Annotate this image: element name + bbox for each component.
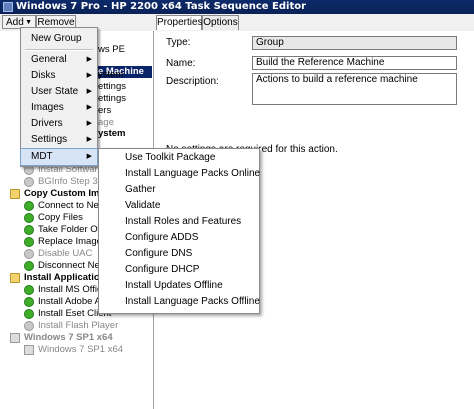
computer-icon [10,333,20,343]
step-icon [24,225,34,235]
description-field[interactable]: Actions to build a reference machine [252,73,457,105]
submenu-item-gather[interactable]: Gather [99,182,259,198]
submenu-item-use-toolkit-package[interactable]: Use Toolkit Package [99,150,259,166]
menu-item-mdt[interactable]: MDT ▶ [20,148,98,166]
folder-icon [10,189,20,199]
tree-item-label: Install MS Office [38,284,107,295]
folder-icon [10,273,20,283]
tree-item-label: Install Flash Player [38,320,119,331]
menu-item-new-group[interactable]: New Group [21,30,97,48]
type-label: Type: [166,37,191,48]
submenu-item-configure-dns[interactable]: Configure DNS [99,246,259,262]
tab-options[interactable]: Options [202,15,239,30]
step-icon [24,237,34,247]
step-icon [24,201,34,211]
tree-item-label: ettings [98,93,126,104]
submenu-item-install-updates-offline[interactable]: Install Updates Offline [99,278,259,294]
submenu-arrow-icon: ▶ [86,136,92,143]
name-field[interactable]: Build the Reference Machine [252,56,457,70]
computer-icon [24,345,34,355]
step-icon [24,297,34,307]
tree-item-label: ws PE [98,44,125,55]
tree-item-label: Windows 7 SP1 x64 [24,332,113,343]
step-icon [24,177,34,187]
step-icon [24,321,34,331]
tree-item-label: BGInfo Step 3 [38,176,98,187]
title-bar: Windows 7 Pro - HP 2200 x64 Task Sequenc… [0,0,474,14]
tree-item-label: Replace Images [38,236,107,247]
tree-item-label: ers [98,105,112,116]
type-field: Group [252,36,457,50]
step-icon [24,213,34,223]
submenu-item-install-language-packs-online[interactable]: Install Language Packs Online [99,166,260,182]
submenu-arrow-icon: ▶ [86,153,92,160]
tree-item-label: Copy Files [38,212,83,223]
description-label: Description: [166,76,219,87]
tree-item-label: Disable UAC [38,248,93,259]
step-icon [24,249,34,259]
tree-item-label: Install Application [24,272,106,283]
add-context-menu: New Group General ▶ Disks ▶ User State ▶ Im… [20,27,98,167]
property-tabs: Properties Options [154,14,474,31]
tree-item-label: ettings [98,81,126,92]
submenu-item-install-language-packs-offline[interactable]: Install Language Packs Offline [99,294,260,310]
name-label: Name: [166,58,196,69]
app-icon [3,2,13,12]
submenu-item-configure-adds[interactable]: Configure ADDS [99,230,259,246]
mdt-submenu: Use Toolkit Package Install Language Pac… [98,148,260,314]
tab-properties[interactable]: Properties [156,15,203,30]
step-icon [24,261,34,271]
step-icon [24,309,34,319]
submenu-item-install-roles-and-features[interactable]: Install Roles and Features [99,214,259,230]
tree-item-label: ystem [98,69,124,80]
step-icon [24,285,34,295]
window-title: Windows 7 Pro - HP 2200 x64 Task Sequenc… [16,1,307,12]
submenu-item-configure-dhcp[interactable]: Configure DHCP [99,262,259,278]
submenu-item-validate[interactable]: Validate [99,198,259,214]
tree-item-label: Windows 7 SP1 x64 [38,344,124,355]
tree-item-label: ystem [98,128,126,139]
menu-item-settings[interactable]: Settings ▶ [21,131,97,149]
